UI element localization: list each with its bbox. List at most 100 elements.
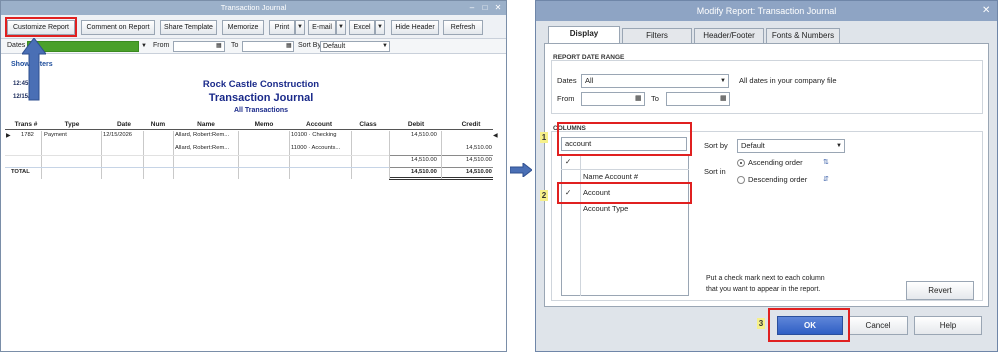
column-separator: [441, 131, 442, 179]
revert-button[interactable]: Revert: [906, 281, 974, 300]
calendar-icon[interactable]: ▦: [720, 92, 727, 106]
up-arrow-icon: [22, 38, 46, 101]
maximize-icon[interactable]: □: [480, 3, 490, 13]
column-list-separator: [580, 155, 581, 296]
chevron-down-icon[interactable]: ▼: [836, 139, 842, 153]
account-item-highlight: [557, 182, 692, 204]
descending-label[interactable]: Descending order: [748, 173, 807, 187]
table-cell[interactable]: Allard, Robert:Rem...: [175, 132, 235, 138]
column-header[interactable]: Debit: [401, 121, 431, 128]
email-dropdown-icon[interactable]: ▼: [336, 20, 346, 35]
close-icon[interactable]: ✕: [493, 3, 503, 13]
list-item[interactable]: Account Type: [583, 203, 628, 215]
list-header-check-icon: ✓: [565, 157, 572, 166]
column-header[interactable]: Date: [109, 121, 139, 128]
tab-filters[interactable]: Filters: [622, 28, 692, 43]
subtotal-credit[interactable]: 14,510.00: [466, 157, 492, 163]
subtotal-debit[interactable]: 14,510.00: [411, 157, 437, 163]
from-label: From: [557, 94, 575, 103]
excel-dropdown-icon[interactable]: ▼: [375, 20, 385, 35]
report-window-titlebar: Transaction Journal: [1, 1, 506, 15]
calendar-icon[interactable]: ▦: [216, 40, 222, 52]
minimize-icon[interactable]: –: [467, 3, 477, 13]
comment-on-report-button[interactable]: Comment on Report: [81, 20, 155, 35]
filter-bar: Dates ▼ From ▦ To ▦ Sort By Default ▼: [1, 39, 506, 54]
email-button[interactable]: E-mail: [308, 20, 336, 35]
column-header[interactable]: Memo: [249, 121, 279, 128]
cancel-button[interactable]: Cancel: [848, 316, 908, 335]
ok-highlight: [768, 308, 850, 342]
to-label: To: [651, 94, 659, 103]
dialog-title: Modify Report: Transaction Journal: [696, 6, 837, 16]
columns-hint-line2: that you want to appear in the report.: [706, 286, 821, 293]
step-number-2: 2: [540, 190, 548, 201]
tab-header-footer[interactable]: Header/Footer: [694, 28, 764, 43]
column-header[interactable]: Class: [353, 121, 383, 128]
excel-button[interactable]: Excel: [349, 20, 375, 35]
memorize-button[interactable]: Memorize: [222, 20, 264, 35]
close-icon[interactable]: ✕: [982, 5, 990, 16]
total-credit[interactable]: 14,510.00: [466, 169, 492, 175]
column-separator: [389, 131, 390, 179]
dates-select[interactable]: All: [581, 74, 729, 88]
chevron-down-icon[interactable]: ▼: [720, 74, 726, 88]
dates-dropdown-icon[interactable]: ▼: [141, 40, 147, 52]
share-template-button[interactable]: Share Template: [160, 20, 217, 35]
header-divider: [5, 129, 493, 130]
dates-label: Dates: [557, 76, 577, 85]
table-cell[interactable]: 11000 · Accounts...: [291, 145, 353, 151]
table-cell[interactable]: 14,510.00: [466, 145, 492, 151]
sort-by-select[interactable]: Default: [320, 41, 390, 52]
total-debit[interactable]: 14,510.00: [411, 169, 437, 175]
sort-in-label: Sort in: [704, 167, 726, 176]
total-label: TOTAL: [11, 169, 30, 175]
column-header[interactable]: Credit: [456, 121, 486, 128]
print-button[interactable]: Print: [269, 20, 295, 35]
column-header[interactable]: Num: [147, 121, 169, 128]
column-header[interactable]: Account: [301, 121, 337, 128]
column-header[interactable]: Trans #: [13, 121, 39, 128]
descending-radio[interactable]: [737, 176, 745, 184]
table-cell[interactable]: Allard, Robert:Rem...: [175, 145, 235, 151]
calendar-icon[interactable]: ▦: [635, 92, 642, 106]
sort-by-select[interactable]: Default: [737, 139, 845, 153]
table-cell[interactable]: 12/15/2026: [103, 132, 132, 138]
report-subtitle: All Transactions: [233, 107, 289, 114]
table-cell[interactable]: 10100 · Checking: [291, 132, 353, 138]
report-window: Transaction Journal – □ ✕ Customize Repo…: [0, 0, 507, 352]
table-cell[interactable]: 14,510.00: [411, 132, 437, 138]
sort-descending-icon: ⇵: [823, 176, 829, 183]
company-name: Rock Castle Construction: [202, 79, 320, 90]
row-marker-icon: ◀: [493, 133, 498, 139]
help-button[interactable]: Help: [914, 316, 982, 335]
sort-ascending-icon: ⇅: [823, 159, 829, 166]
refresh-button[interactable]: Refresh: [443, 20, 483, 35]
from-label: From: [153, 42, 170, 49]
report-title: Transaction Journal: [208, 92, 314, 104]
tab-fonts-numbers[interactable]: Fonts & Numbers: [766, 28, 840, 43]
report-window-title: Transaction Journal: [220, 3, 287, 12]
column-header[interactable]: Name: [191, 121, 221, 128]
row-divider: [5, 167, 389, 168]
step-number-3: 3: [757, 318, 765, 329]
dates-hint: All dates in your company file: [739, 76, 837, 85]
row-marker-icon: ▶: [6, 133, 11, 139]
hide-header-button[interactable]: Hide Header: [391, 20, 439, 35]
sort-by-label: Sort by: [704, 141, 728, 150]
print-dropdown-icon[interactable]: ▼: [295, 20, 305, 35]
step-number-1: 1: [540, 132, 548, 143]
ascending-label[interactable]: Ascending order: [748, 156, 803, 170]
show-filters-bar: [1, 54, 506, 76]
tab-display[interactable]: Display: [548, 26, 620, 44]
modify-report-dialog: Modify Report: Transaction Journal ✕ Dis…: [535, 0, 998, 352]
column-header[interactable]: Type: [57, 121, 87, 128]
to-label: To: [231, 42, 239, 49]
total-double-line: [389, 179, 493, 180]
ascending-radio[interactable]: [737, 159, 745, 167]
table-cell[interactable]: Payment: [44, 132, 67, 138]
sort-by-dropdown-icon[interactable]: ▼: [382, 40, 388, 52]
sort-by-label: Sort By: [298, 42, 321, 49]
calendar-icon[interactable]: ▦: [286, 40, 292, 52]
table-cell[interactable]: 1782: [21, 132, 34, 138]
customize-report-highlight: [5, 17, 77, 37]
